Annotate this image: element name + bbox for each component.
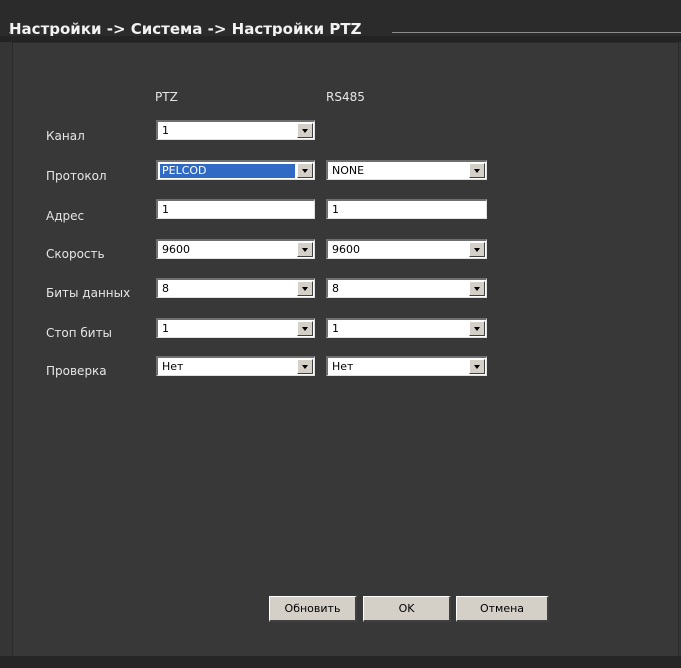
speed-rs485-select[interactable]: 9600 bbox=[326, 239, 487, 259]
title-bar: Настройки -> Система -> Настройки PTZ bbox=[0, 0, 681, 42]
protocol-ptz-select[interactable]: PELCOD bbox=[156, 160, 315, 180]
chevron-down-icon[interactable] bbox=[469, 163, 485, 178]
settings-panel bbox=[12, 42, 679, 657]
stop-bits-ptz-select[interactable]: 1 bbox=[156, 318, 315, 338]
parity-ptz-select[interactable]: Нет bbox=[156, 356, 315, 376]
stop-bits-ptz-value: 1 bbox=[162, 322, 169, 335]
parity-rs485-select[interactable]: Нет bbox=[326, 356, 487, 376]
chevron-down-icon[interactable] bbox=[297, 242, 313, 257]
refresh-button[interactable]: Обновить bbox=[269, 596, 357, 622]
data-bits-ptz-value: 8 bbox=[162, 282, 169, 295]
data-bits-ptz-select[interactable]: 8 bbox=[156, 278, 315, 298]
chevron-down-icon[interactable] bbox=[469, 359, 485, 374]
chevron-down-icon[interactable] bbox=[297, 123, 313, 138]
stop-bits-rs485-value: 1 bbox=[332, 322, 339, 335]
chevron-down-icon[interactable] bbox=[469, 242, 485, 257]
parity-rs485-value: Нет bbox=[332, 360, 354, 373]
chevron-down-icon[interactable] bbox=[297, 281, 313, 296]
protocol-ptz-value: PELCOD bbox=[160, 164, 295, 178]
cancel-button[interactable]: Отмена bbox=[456, 596, 549, 622]
stop-bits-rs485-select[interactable]: 1 bbox=[326, 318, 487, 338]
stop-bits-label: Стоп биты bbox=[46, 326, 113, 340]
chevron-down-icon[interactable] bbox=[297, 321, 313, 336]
speed-ptz-value: 9600 bbox=[162, 243, 190, 256]
channel-ptz-select[interactable]: 1 bbox=[156, 120, 315, 140]
chevron-down-icon[interactable] bbox=[297, 359, 313, 374]
column-header-rs485: RS485 bbox=[326, 90, 365, 104]
chevron-down-icon[interactable] bbox=[469, 321, 485, 336]
data-bits-label: Биты данных bbox=[46, 286, 131, 300]
column-header-ptz: PTZ bbox=[155, 90, 178, 104]
channel-ptz-value: 1 bbox=[162, 124, 169, 137]
chevron-down-icon[interactable] bbox=[469, 281, 485, 296]
ok-button[interactable]: OK bbox=[363, 596, 451, 622]
data-bits-rs485-select[interactable]: 8 bbox=[326, 278, 487, 298]
address-label: Адрес bbox=[46, 209, 85, 223]
protocol-rs485-select[interactable]: NONE bbox=[326, 160, 487, 180]
chevron-down-icon[interactable] bbox=[297, 163, 313, 178]
address-ptz-input[interactable]: 1 bbox=[156, 199, 315, 219]
protocol-label: Протокол bbox=[46, 169, 107, 183]
address-rs485-input[interactable]: 1 bbox=[326, 199, 487, 219]
speed-ptz-select[interactable]: 9600 bbox=[156, 239, 315, 259]
address-ptz-value: 1 bbox=[162, 203, 169, 216]
speed-rs485-value: 9600 bbox=[332, 243, 360, 256]
address-rs485-value: 1 bbox=[332, 203, 339, 216]
title-divider bbox=[9, 32, 11, 33]
channel-label: Канал bbox=[46, 129, 85, 143]
parity-ptz-value: Нет bbox=[162, 360, 184, 373]
data-bits-rs485-value: 8 bbox=[332, 282, 339, 295]
bottom-strip bbox=[0, 656, 681, 668]
speed-label: Скорость bbox=[46, 247, 105, 261]
protocol-rs485-value: NONE bbox=[332, 164, 365, 177]
parity-label: Проверка bbox=[46, 364, 107, 378]
title-divider-right bbox=[392, 32, 681, 33]
